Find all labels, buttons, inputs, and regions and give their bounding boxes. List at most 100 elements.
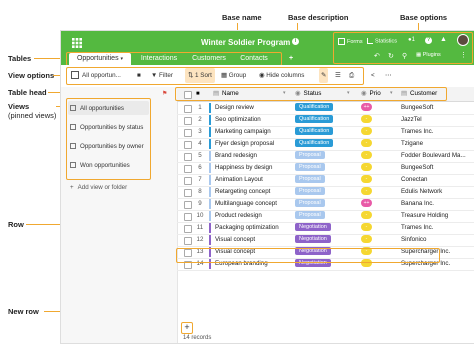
customer-cell[interactable]: BungeeSoft bbox=[401, 162, 473, 174]
name-cell[interactable]: Animation Layout bbox=[215, 174, 293, 186]
filter-button[interactable]: ▼ Filter bbox=[151, 68, 173, 83]
column-name[interactable]: ▤ Name bbox=[213, 87, 283, 101]
status-cell[interactable]: Qualification bbox=[295, 126, 357, 138]
prio-cell[interactable]: - bbox=[361, 150, 395, 162]
status-cell[interactable]: Proposal bbox=[295, 150, 357, 162]
sort-button[interactable]: ⇅ 1 Sort bbox=[185, 68, 215, 83]
customer-cell[interactable]: BungeeSoft bbox=[401, 102, 473, 114]
prio-cell[interactable]: - bbox=[361, 186, 395, 198]
customer-cell[interactable]: Trames Inc. bbox=[401, 126, 473, 138]
customer-cell[interactable]: Trames Inc. bbox=[401, 222, 473, 234]
prio-cell[interactable]: - bbox=[361, 174, 395, 186]
add-table-icon[interactable]: + bbox=[286, 53, 296, 65]
help-icon[interactable]: ? bbox=[425, 37, 432, 44]
tab-opportunities[interactable]: Opportunities ▾ bbox=[69, 53, 131, 65]
tab-customers[interactable]: Customers bbox=[188, 53, 230, 65]
row-checkbox[interactable] bbox=[184, 105, 192, 113]
row-checkbox[interactable] bbox=[184, 201, 192, 209]
row-checkbox[interactable] bbox=[184, 213, 192, 221]
base-title[interactable]: Winter Soldier Program bbox=[201, 38, 290, 47]
row-checkbox[interactable] bbox=[184, 189, 192, 197]
column-status[interactable]: ◉ Status bbox=[295, 87, 351, 101]
status-cell[interactable]: Negotiation bbox=[295, 234, 357, 246]
name-column-menu-icon[interactable]: ▾ bbox=[283, 90, 286, 96]
pin-icon[interactable]: ⚑ bbox=[162, 90, 167, 97]
customer-cell[interactable]: Fodder Boulevard Ma... bbox=[401, 150, 473, 162]
view-selector[interactable]: All opportun... bbox=[71, 68, 121, 83]
status-cell[interactable]: Negotiation bbox=[295, 222, 357, 234]
row-checkbox[interactable] bbox=[184, 153, 192, 161]
tab-contacts[interactable]: Contacts bbox=[235, 53, 273, 65]
share-icon[interactable]: < bbox=[371, 68, 375, 83]
customer-cell[interactable]: Edulis Network bbox=[401, 186, 473, 198]
name-cell[interactable]: Happiness by design bbox=[215, 162, 293, 174]
notifications-icon[interactable]: ▲ bbox=[440, 36, 447, 43]
customer-cell[interactable]: Banana Inc. bbox=[401, 198, 473, 210]
customer-cell[interactable]: Treasure Holding bbox=[401, 210, 473, 222]
prio-cell[interactable]: - bbox=[361, 138, 395, 150]
name-cell[interactable]: Visual concept bbox=[215, 234, 293, 246]
name-cell[interactable]: Product redesign bbox=[215, 210, 293, 222]
collaborators-icon[interactable]: ●1 bbox=[408, 37, 415, 43]
lock-icon[interactable]: ■ bbox=[137, 68, 141, 83]
view-item-by-status[interactable]: Opportunities by status bbox=[70, 124, 143, 131]
prio-cell[interactable]: ++ bbox=[361, 102, 395, 114]
prio-cell[interactable]: - bbox=[361, 162, 395, 174]
prio-cell[interactable]: - bbox=[361, 210, 395, 222]
name-cell[interactable]: Multilanguage concept bbox=[215, 198, 293, 210]
forms-button[interactable]: Forms bbox=[338, 38, 363, 45]
column-prio[interactable]: ◉ Prio bbox=[361, 87, 391, 101]
customer-cell[interactable]: Tzigane bbox=[401, 138, 473, 150]
customer-cell[interactable]: Conectan bbox=[401, 174, 473, 186]
print-icon[interactable]: ⎙ bbox=[349, 68, 354, 83]
group-button[interactable]: ▦ Group bbox=[221, 68, 246, 83]
prio-cell[interactable]: ++ bbox=[361, 198, 395, 210]
view-item-by-owner[interactable]: Opportunities by owner bbox=[70, 143, 144, 150]
status-cell[interactable]: Qualification bbox=[295, 138, 357, 150]
row-checkbox[interactable] bbox=[184, 117, 192, 125]
hide-columns-button[interactable]: ◉ Hide columns bbox=[259, 68, 304, 83]
status-cell[interactable]: Qualification bbox=[295, 114, 357, 126]
customer-cell[interactable]: Sinfonico bbox=[401, 234, 473, 246]
customer-cell[interactable]: JazzTel bbox=[401, 114, 473, 126]
name-cell[interactable]: Retargeting concept bbox=[215, 186, 293, 198]
status-cell[interactable]: Qualification bbox=[295, 102, 357, 114]
paint-icon[interactable]: ✎ bbox=[319, 68, 329, 83]
status-cell[interactable]: Proposal bbox=[295, 186, 357, 198]
prio-cell[interactable]: - bbox=[361, 222, 395, 234]
prio-cell[interactable]: - bbox=[361, 234, 395, 246]
status-cell[interactable]: Proposal bbox=[295, 162, 357, 174]
name-cell[interactable]: Brand redesign bbox=[215, 150, 293, 162]
status-column-menu-icon[interactable]: ▾ bbox=[347, 90, 350, 96]
column-customer[interactable]: ▤ Customer bbox=[401, 87, 474, 101]
add-view-button[interactable]: + Add view or folder bbox=[70, 184, 127, 191]
name-cell[interactable]: Seo optimization bbox=[215, 114, 293, 126]
name-cell[interactable]: Design review bbox=[215, 102, 293, 114]
prio-cell[interactable]: - bbox=[361, 114, 395, 126]
status-cell[interactable]: Proposal bbox=[295, 210, 357, 222]
name-cell[interactable]: Marketing campaign bbox=[215, 126, 293, 138]
name-cell[interactable]: Packaging optimization bbox=[215, 222, 293, 234]
tab-interactions[interactable]: Interactions bbox=[136, 53, 182, 65]
status-cell[interactable]: Proposal bbox=[295, 174, 357, 186]
status-cell[interactable]: Proposal bbox=[295, 198, 357, 210]
grid-menu-icon[interactable] bbox=[72, 35, 82, 48]
row-height-icon[interactable]: ☰ bbox=[335, 68, 341, 83]
row-checkbox[interactable] bbox=[184, 129, 192, 137]
statistics-button[interactable]: Statistics bbox=[367, 38, 397, 44]
select-all-checkbox[interactable] bbox=[184, 91, 192, 99]
prio-cell[interactable]: - bbox=[361, 126, 395, 138]
prio-column-menu-icon[interactable]: ▾ bbox=[390, 90, 393, 96]
row-checkbox[interactable] bbox=[184, 177, 192, 185]
name-cell[interactable]: Flyer design proposal bbox=[215, 138, 293, 150]
more-view-options-icon[interactable]: ⋯ bbox=[385, 68, 391, 83]
row-checkbox[interactable] bbox=[184, 141, 192, 149]
row-checkbox[interactable] bbox=[184, 165, 192, 173]
info-icon[interactable]: i bbox=[292, 38, 299, 45]
row-checkbox[interactable] bbox=[184, 225, 192, 233]
row-checkbox[interactable] bbox=[184, 237, 192, 245]
view-item-won[interactable]: Won opportunities bbox=[70, 162, 130, 169]
view-item-all-opportunities[interactable]: All opportunities bbox=[70, 105, 124, 112]
avatar[interactable] bbox=[457, 34, 469, 46]
new-row-button[interactable]: + bbox=[181, 322, 193, 334]
